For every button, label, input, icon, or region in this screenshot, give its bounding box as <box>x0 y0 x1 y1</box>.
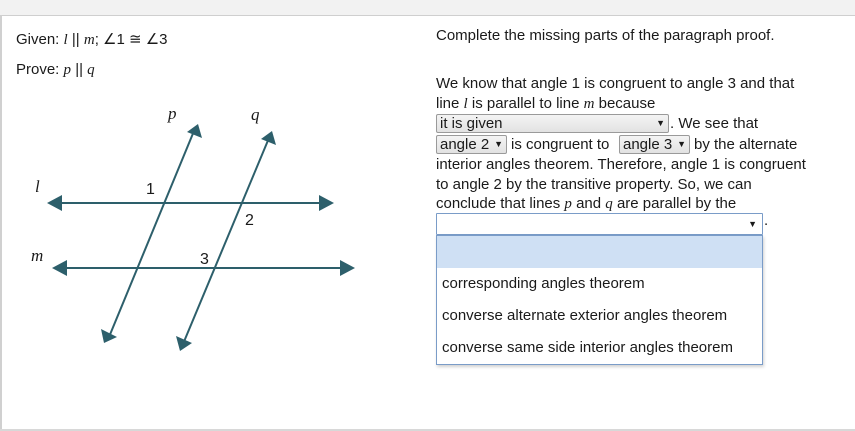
angle-label-3: 3 <box>200 251 209 268</box>
angle-b-dropdown[interactable]: angle 3 ▼ <box>619 135 690 154</box>
dropdown-option-corresponding[interactable]: corresponding angles theorem <box>437 268 762 300</box>
angle-b-dropdown-value: angle 3 <box>623 136 673 153</box>
line-q <box>182 137 270 345</box>
angle-a-dropdown[interactable]: angle 2 ▼ <box>436 135 507 154</box>
line-p <box>108 130 195 338</box>
angle-label-2: 2 <box>245 212 254 229</box>
proof-line-1: We know that angle 1 is congruent to ang… <box>436 75 795 92</box>
angle-label-1: 1 <box>146 181 155 198</box>
proof-text: is parallel to line <box>467 95 584 112</box>
dropdown-option-converse-same-side[interactable]: converse same side interior angles theor… <box>437 332 762 364</box>
given-line-l: l <box>63 32 68 48</box>
conclusion-dropdown[interactable]: ▼ <box>436 213 763 235</box>
prove-label: Prove: <box>16 61 60 78</box>
dropdown-arrow-icon: ▼ <box>494 139 503 149</box>
given-label: Given: <box>16 31 60 48</box>
prove-parallel: || <box>75 61 83 78</box>
prove-statement: Prove: p || q <box>16 61 95 79</box>
window-top-bar <box>0 0 855 16</box>
proof-text-congruent-to: is congruent to <box>511 136 610 153</box>
line-q-arrow-bottom <box>176 336 192 351</box>
proof-text: because <box>594 95 656 112</box>
line-p-arrow-top <box>187 124 202 138</box>
proof-line-6: to angle 2 by the transitive property. S… <box>436 176 752 193</box>
angle-a-dropdown-value: angle 2 <box>440 136 490 153</box>
proof-end-period: . <box>764 212 769 229</box>
dropdown-arrow-icon: ▼ <box>656 118 665 128</box>
given-parallel: || <box>71 31 80 48</box>
label-l: l <box>35 177 40 196</box>
proof-text-by-alternate: by the alternate <box>694 136 798 153</box>
proof-text-we-see: . We see that <box>670 115 759 132</box>
line-m-arrow-right <box>340 260 355 276</box>
label-p: p <box>167 104 177 123</box>
reason-dropdown-value: it is given <box>440 115 503 132</box>
dropdown-arrow-icon: ▼ <box>677 139 686 149</box>
given-statement: Given: l || m; ∠1 ≅ ∠3 <box>16 31 168 49</box>
proof-line-5: interior angles theorem. Therefore, angl… <box>436 156 806 173</box>
geometry-figure: p q l m 1 2 3 <box>31 104 355 351</box>
line-q-arrow-top <box>261 131 276 145</box>
prove-line-p: p <box>63 62 72 78</box>
instruction-text: Complete the missing parts of the paragr… <box>436 27 775 44</box>
proof-line-2: line l is parallel to line m because <box>436 94 836 114</box>
proof-line-m: m <box>583 96 595 112</box>
conclusion-dropdown-list: corresponding angles theorem converse al… <box>436 235 763 365</box>
dropdown-option-converse-alt-exterior[interactable]: converse alternate exterior angles theor… <box>437 300 762 332</box>
line-p-arrow-bottom <box>101 329 117 343</box>
proof-text: and <box>571 195 606 212</box>
proof-line-7: conclude that lines p and q are parallel… <box>436 194 836 214</box>
given-line-m: m <box>83 32 95 48</box>
dropdown-option-blank[interactable] <box>437 236 762 268</box>
proof-text: line <box>436 95 464 112</box>
proof-line-p: p <box>564 196 572 212</box>
line-l-arrow-right <box>319 195 334 211</box>
prove-line-q: q <box>87 62 95 78</box>
proof-text: conclude that lines <box>436 195 565 212</box>
figure-lines <box>47 124 355 351</box>
line-m-arrow-left <box>52 260 67 276</box>
proof-text: are parallel by the <box>612 195 737 212</box>
label-q: q <box>251 105 260 124</box>
dropdown-arrow-icon: ▼ <box>748 219 757 229</box>
reason-dropdown[interactable]: it is given ▼ <box>436 114 669 133</box>
line-l-arrow-left <box>47 195 62 211</box>
proof-line-q: q <box>605 196 613 212</box>
given-angles: ; ∠1 ≅ ∠3 <box>94 31 168 48</box>
label-m: m <box>31 246 43 265</box>
